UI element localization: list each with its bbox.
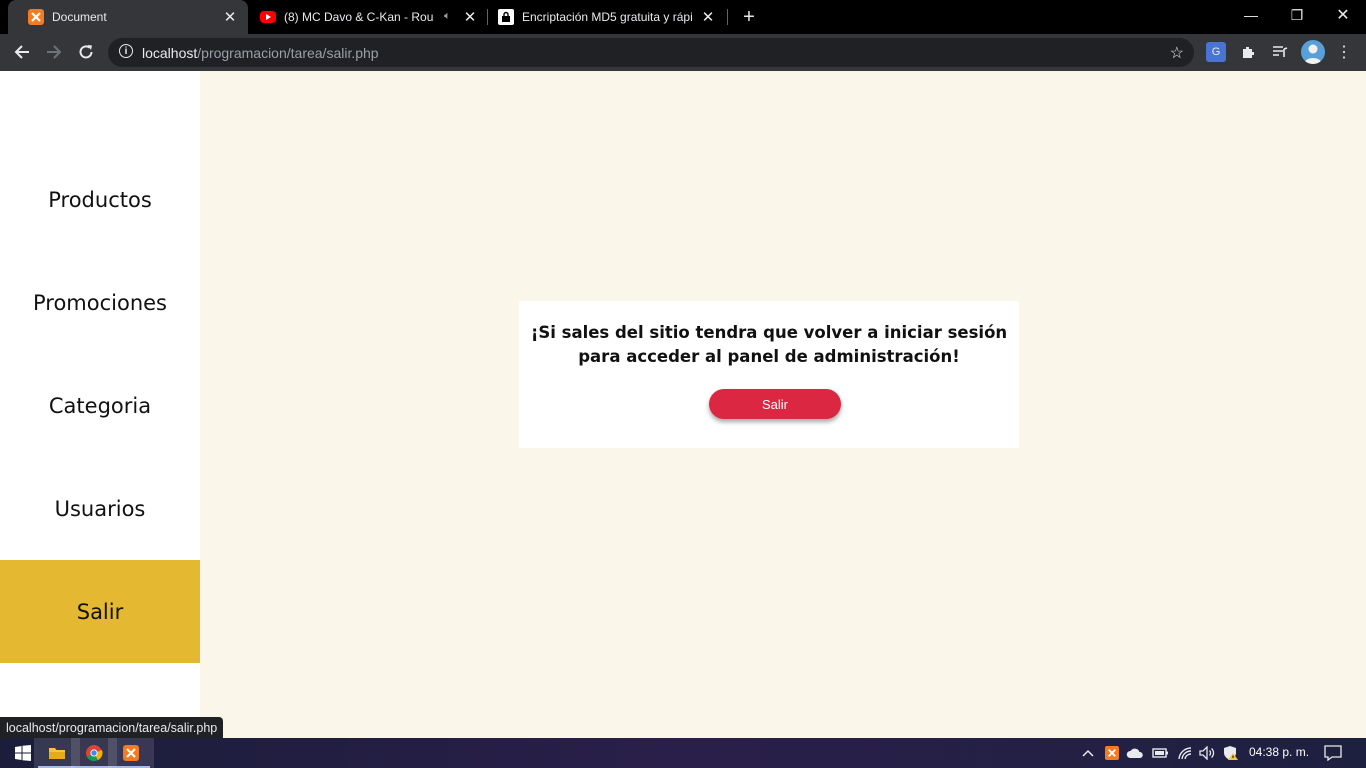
back-icon[interactable]	[8, 38, 36, 66]
action-center-icon[interactable]	[1324, 745, 1342, 761]
sidebar-item-categoria[interactable]: Categoria	[0, 354, 200, 457]
new-tab-button[interactable]: +	[738, 5, 760, 29]
tab-youtube[interactable]: (8) MC Davo & C-Kan - Roun 🔈︎ ✕	[248, 0, 488, 34]
tab-document[interactable]: Document ✕	[8, 0, 248, 34]
sidebar: Productos Promociones Categoria Usuarios…	[0, 71, 200, 738]
tab-strip: Document ✕ (8) MC Davo & C-Kan - Roun 🔈︎…	[0, 0, 1366, 34]
sidebar-item-label: Promociones	[32, 290, 168, 315]
speaker-icon[interactable]: 🔈︎	[444, 10, 451, 23]
minimize-icon[interactable]: —	[1228, 0, 1274, 30]
chevron-up-icon[interactable]	[1079, 745, 1097, 761]
address-bar[interactable]: i localhost/programacion/tarea/salir.php…	[108, 38, 1194, 67]
tab-md5[interactable]: Encriptación MD5 gratuita y rápi ✕	[488, 0, 728, 34]
window-close-icon[interactable]: ✕	[1320, 0, 1366, 30]
tab-title: Encriptación MD5 gratuita y rápi	[522, 10, 693, 24]
reload-icon[interactable]	[72, 38, 100, 66]
tab-title: (8) MC Davo & C-Kan - Roun	[284, 10, 434, 24]
youtube-icon	[260, 11, 276, 23]
system-clock[interactable]: 04:38 p. m.	[1249, 745, 1309, 759]
onedrive-icon[interactable]	[1126, 745, 1144, 761]
extensions-icon[interactable]	[1238, 42, 1258, 62]
restore-icon[interactable]: ❐	[1274, 0, 1320, 30]
lock-icon	[498, 9, 514, 25]
xampp-tray-icon[interactable]	[1103, 745, 1121, 761]
message-line-2: para acceder al panel de administración!	[578, 347, 960, 366]
logout-message: ¡Si sales del sitio tendra que volver a …	[519, 321, 1019, 369]
bookmark-star-icon[interactable]: ☆	[1170, 43, 1184, 63]
sidebar-item-salir[interactable]: Salir	[0, 560, 200, 663]
info-icon[interactable]: i	[119, 44, 133, 58]
sidebar-item-label: Categoria	[48, 393, 152, 418]
tab-title: Document	[52, 10, 107, 24]
sidebar-item-usuarios[interactable]: Usuarios	[0, 457, 200, 560]
battery-icon[interactable]	[1151, 745, 1169, 761]
logout-dialog: ¡Si sales del sitio tendra que volver a …	[519, 301, 1019, 448]
close-tab-icon[interactable]: ✕	[462, 9, 478, 26]
menu-icon[interactable]: ⋮	[1334, 42, 1354, 62]
wifi-icon[interactable]	[1176, 745, 1194, 761]
translate-icon[interactable]: G	[1206, 42, 1226, 62]
close-tab-icon[interactable]: ✕	[700, 9, 716, 26]
sidebar-item-label: Salir	[76, 599, 124, 624]
salir-button[interactable]: Salir	[709, 389, 841, 419]
tab-divider	[727, 9, 728, 25]
volume-icon[interactable]	[1199, 745, 1217, 761]
sidebar-item-label: Usuarios	[54, 496, 146, 521]
forward-icon[interactable]	[40, 38, 68, 66]
media-control-icon[interactable]	[1270, 42, 1290, 62]
sidebar-item-productos[interactable]: Productos	[0, 148, 200, 251]
browser-toolbar: i localhost/programacion/tarea/salir.php…	[0, 34, 1366, 71]
xampp-icon	[28, 9, 44, 25]
message-line-1: ¡Si sales del sitio tendra que volver a …	[530, 323, 1008, 342]
security-warning-icon[interactable]	[1222, 745, 1240, 761]
status-bar-url: localhost/programacion/tarea/salir.php	[0, 717, 224, 738]
url-text: localhost/programacion/tarea/salir.php	[142, 45, 379, 61]
close-tab-icon[interactable]: ✕	[222, 9, 238, 26]
sidebar-item-promociones[interactable]: Promociones	[0, 251, 200, 354]
profile-avatar[interactable]	[1301, 40, 1325, 64]
taskbar: 04:38 p. m.	[0, 738, 1366, 768]
xampp-icon[interactable]	[108, 738, 154, 768]
sidebar-item-label: Productos	[48, 187, 152, 212]
